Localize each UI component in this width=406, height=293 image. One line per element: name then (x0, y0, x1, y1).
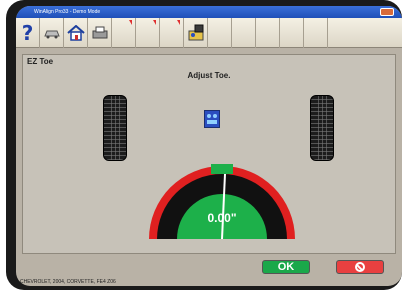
close-window-button[interactable] (380, 8, 394, 16)
vehicle-info: CHEVROLET, 2004, CORVETTE, FE4 Z06 (20, 279, 116, 285)
toolbar: ? (16, 18, 402, 48)
alignment-target-icon (204, 110, 220, 128)
vehicle-button[interactable] (40, 18, 64, 48)
window-title: WinAlign Pro33 - Demo Mode (34, 9, 101, 15)
toolbar-slot-7[interactable] (280, 18, 304, 48)
measure-button[interactable] (184, 18, 208, 48)
toolbar-slot-1[interactable] (112, 18, 136, 48)
toe-gauge: 0.00" (147, 159, 297, 240)
status-bar: CHEVROLET, 2004, CORVETTE, FE4 Z06 (16, 278, 402, 286)
panel-title: EZ Toe (27, 57, 54, 66)
home-button[interactable] (64, 18, 88, 48)
toolbar-slot-8[interactable] (304, 18, 328, 48)
print-icon (92, 26, 107, 39)
title-bar: WinAlign Pro33 - Demo Mode (16, 6, 402, 18)
vehicle-icon (43, 30, 60, 39)
toolbar-slot-5[interactable] (232, 18, 256, 48)
ez-toe-panel: EZ Toe Adjust Toe. 0.00" (22, 54, 396, 254)
action-bar: OK (16, 258, 402, 280)
toe-value-readout: 0.00" (207, 211, 237, 225)
toolbar-slot-4[interactable] (208, 18, 232, 48)
ok-label: OK (277, 261, 295, 273)
cancel-button[interactable] (336, 260, 384, 274)
toolbar-slot-2[interactable] (136, 18, 160, 48)
ok-button[interactable]: OK (262, 260, 310, 274)
left-tire-graphic (103, 95, 127, 161)
help-button[interactable]: ? (16, 18, 40, 48)
cancel-icon (355, 262, 365, 272)
marker-icon (129, 20, 132, 25)
monitor-bezel: WinAlign Pro33 - Demo Mode ? EZ Toe Adju… (6, 0, 402, 290)
toolbar-slot-3[interactable] (160, 18, 184, 48)
toolbar-slot-6[interactable] (256, 18, 280, 48)
home-icon (66, 25, 85, 41)
marker-icon (177, 20, 180, 25)
print-button[interactable] (88, 18, 112, 48)
help-icon: ? (21, 21, 34, 45)
app-window: WinAlign Pro33 - Demo Mode ? EZ Toe Adju… (16, 6, 402, 286)
right-tire-graphic (310, 95, 334, 161)
instruction-text: Adjust Toe. (187, 71, 231, 80)
marker-icon (153, 20, 156, 25)
measure-icon (188, 24, 203, 41)
